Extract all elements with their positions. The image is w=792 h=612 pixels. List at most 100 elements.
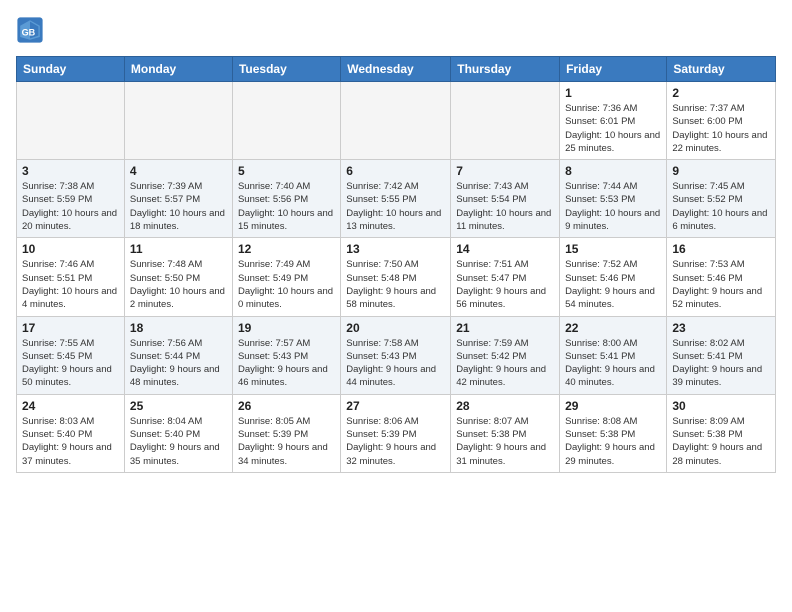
calendar-cell: 15 Sunrise: 7:52 AM Sunset: 5:46 PM Dayli…: [560, 238, 667, 316]
calendar-cell: 1 Sunrise: 7:36 AM Sunset: 6:01 PM Daylig…: [560, 82, 667, 160]
day-info: Sunrise: 7:59 AM Sunset: 5:42 PM Dayligh…: [456, 337, 554, 390]
day-info: Sunrise: 7:51 AM Sunset: 5:47 PM Dayligh…: [456, 258, 554, 311]
calendar-week-row: 1 Sunrise: 7:36 AM Sunset: 6:01 PM Daylig…: [17, 82, 776, 160]
weekday-header: Wednesday: [341, 57, 451, 82]
day-info: Sunrise: 8:00 AM Sunset: 5:41 PM Dayligh…: [565, 337, 661, 390]
calendar-week-row: 3 Sunrise: 7:38 AM Sunset: 5:59 PM Daylig…: [17, 160, 776, 238]
day-number: 20: [346, 321, 445, 335]
logo-icon: GB: [16, 16, 44, 44]
day-info: Sunrise: 8:09 AM Sunset: 5:38 PM Dayligh…: [672, 415, 770, 468]
calendar-cell: 27Sunrise: 8:06 AM Sunset: 5:39 PM Dayli…: [341, 394, 451, 472]
calendar-cell: [451, 82, 560, 160]
day-info: Sunrise: 7:52 AM Sunset: 5:46 PM Dayligh…: [565, 258, 661, 311]
day-number: 13: [346, 242, 445, 256]
day-number: 3: [22, 164, 119, 178]
day-info: Sunrise: 7:53 AM Sunset: 5:46 PM Dayligh…: [672, 258, 770, 311]
weekday-header: Thursday: [451, 57, 560, 82]
weekday-header: Tuesday: [232, 57, 340, 82]
day-info: Sunrise: 7:44 AM Sunset: 5:53 PM Dayligh…: [565, 180, 661, 233]
calendar-table: SundayMondayTuesdayWednesdayThursdayFrid…: [16, 56, 776, 473]
header: GB: [16, 16, 776, 44]
day-info: Sunrise: 7:57 AM Sunset: 5:43 PM Dayligh…: [238, 337, 335, 390]
calendar-cell: 12 Sunrise: 7:49 AM Sunset: 5:49 PM Dayli…: [232, 238, 340, 316]
day-info: Sunrise: 8:02 AM Sunset: 5:41 PM Dayligh…: [672, 337, 770, 390]
day-number: 23: [672, 321, 770, 335]
weekday-header: Saturday: [667, 57, 776, 82]
calendar-week-row: 24Sunrise: 8:03 AM Sunset: 5:40 PM Dayli…: [17, 394, 776, 472]
day-info: Sunrise: 8:07 AM Sunset: 5:38 PM Dayligh…: [456, 415, 554, 468]
weekday-header: Monday: [124, 57, 232, 82]
calendar-cell: 30 Sunrise: 8:09 AM Sunset: 5:38 PM Dayli…: [667, 394, 776, 472]
page: GB SundayMondayTuesdayWednesdayThursdayF…: [0, 0, 792, 489]
calendar-cell: 6 Sunrise: 7:42 AM Sunset: 5:55 PM Daylig…: [341, 160, 451, 238]
calendar-cell: [17, 82, 125, 160]
day-number: 28: [456, 399, 554, 413]
calendar-week-row: 10 Sunrise: 7:46 AM Sunset: 5:51 PM Dayli…: [17, 238, 776, 316]
day-number: 26: [238, 399, 335, 413]
day-info: Sunrise: 7:45 AM Sunset: 5:52 PM Dayligh…: [672, 180, 770, 233]
calendar-cell: [341, 82, 451, 160]
calendar-cell: 16 Sunrise: 7:53 AM Sunset: 5:46 PM Dayli…: [667, 238, 776, 316]
calendar-week-row: 17Sunrise: 7:55 AM Sunset: 5:45 PM Dayli…: [17, 316, 776, 394]
calendar-cell: 18Sunrise: 7:56 AM Sunset: 5:44 PM Dayli…: [124, 316, 232, 394]
day-info: Sunrise: 7:50 AM Sunset: 5:48 PM Dayligh…: [346, 258, 445, 311]
day-info: Sunrise: 8:08 AM Sunset: 5:38 PM Dayligh…: [565, 415, 661, 468]
calendar-cell: 17Sunrise: 7:55 AM Sunset: 5:45 PM Dayli…: [17, 316, 125, 394]
day-info: Sunrise: 7:46 AM Sunset: 5:51 PM Dayligh…: [22, 258, 119, 311]
day-number: 16: [672, 242, 770, 256]
day-number: 1: [565, 86, 661, 100]
day-info: Sunrise: 7:48 AM Sunset: 5:50 PM Dayligh…: [130, 258, 227, 311]
day-info: Sunrise: 7:43 AM Sunset: 5:54 PM Dayligh…: [456, 180, 554, 233]
day-number: 11: [130, 242, 227, 256]
day-info: Sunrise: 7:55 AM Sunset: 5:45 PM Dayligh…: [22, 337, 119, 390]
calendar-cell: 14 Sunrise: 7:51 AM Sunset: 5:47 PM Dayli…: [451, 238, 560, 316]
calendar-cell: 11 Sunrise: 7:48 AM Sunset: 5:50 PM Dayli…: [124, 238, 232, 316]
calendar-cell: 4 Sunrise: 7:39 AM Sunset: 5:57 PM Daylig…: [124, 160, 232, 238]
day-number: 8: [565, 164, 661, 178]
calendar-cell: 22Sunrise: 8:00 AM Sunset: 5:41 PM Dayli…: [560, 316, 667, 394]
day-number: 12: [238, 242, 335, 256]
calendar-cell: 5Sunrise: 7:40 AM Sunset: 5:56 PM Daylig…: [232, 160, 340, 238]
day-info: Sunrise: 7:58 AM Sunset: 5:43 PM Dayligh…: [346, 337, 445, 390]
calendar-cell: [124, 82, 232, 160]
day-info: Sunrise: 8:05 AM Sunset: 5:39 PM Dayligh…: [238, 415, 335, 468]
day-info: Sunrise: 8:06 AM Sunset: 5:39 PM Dayligh…: [346, 415, 445, 468]
day-info: Sunrise: 7:42 AM Sunset: 5:55 PM Dayligh…: [346, 180, 445, 233]
calendar-cell: 21 Sunrise: 7:59 AM Sunset: 5:42 PM Dayli…: [451, 316, 560, 394]
calendar-cell: 2Sunrise: 7:37 AM Sunset: 6:00 PM Daylig…: [667, 82, 776, 160]
day-number: 29: [565, 399, 661, 413]
calendar-cell: 25 Sunrise: 8:04 AM Sunset: 5:40 PM Dayli…: [124, 394, 232, 472]
day-info: Sunrise: 7:40 AM Sunset: 5:56 PM Dayligh…: [238, 180, 335, 233]
weekday-header: Sunday: [17, 57, 125, 82]
calendar-cell: 8 Sunrise: 7:44 AM Sunset: 5:53 PM Daylig…: [560, 160, 667, 238]
day-number: 7: [456, 164, 554, 178]
calendar-cell: 24Sunrise: 8:03 AM Sunset: 5:40 PM Dayli…: [17, 394, 125, 472]
day-info: Sunrise: 8:03 AM Sunset: 5:40 PM Dayligh…: [22, 415, 119, 468]
day-number: 10: [22, 242, 119, 256]
day-number: 9: [672, 164, 770, 178]
day-number: 4: [130, 164, 227, 178]
calendar-cell: 7 Sunrise: 7:43 AM Sunset: 5:54 PM Daylig…: [451, 160, 560, 238]
day-number: 15: [565, 242, 661, 256]
day-info: Sunrise: 8:04 AM Sunset: 5:40 PM Dayligh…: [130, 415, 227, 468]
day-info: Sunrise: 7:49 AM Sunset: 5:49 PM Dayligh…: [238, 258, 335, 311]
day-number: 14: [456, 242, 554, 256]
svg-text:GB: GB: [22, 28, 36, 38]
day-number: 6: [346, 164, 445, 178]
day-number: 30: [672, 399, 770, 413]
calendar-cell: [232, 82, 340, 160]
day-info: Sunrise: 7:38 AM Sunset: 5:59 PM Dayligh…: [22, 180, 119, 233]
day-number: 18: [130, 321, 227, 335]
calendar-cell: 26 Sunrise: 8:05 AM Sunset: 5:39 PM Dayli…: [232, 394, 340, 472]
day-number: 25: [130, 399, 227, 413]
calendar-cell: 3 Sunrise: 7:38 AM Sunset: 5:59 PM Daylig…: [17, 160, 125, 238]
day-info: Sunrise: 7:37 AM Sunset: 6:00 PM Dayligh…: [672, 102, 770, 155]
day-number: 19: [238, 321, 335, 335]
day-number: 21: [456, 321, 554, 335]
calendar-cell: 10 Sunrise: 7:46 AM Sunset: 5:51 PM Dayli…: [17, 238, 125, 316]
calendar-cell: 20 Sunrise: 7:58 AM Sunset: 5:43 PM Dayli…: [341, 316, 451, 394]
day-info: Sunrise: 7:36 AM Sunset: 6:01 PM Dayligh…: [565, 102, 661, 155]
calendar-cell: 28 Sunrise: 8:07 AM Sunset: 5:38 PM Dayli…: [451, 394, 560, 472]
day-info: Sunrise: 7:39 AM Sunset: 5:57 PM Dayligh…: [130, 180, 227, 233]
calendar-cell: 19 Sunrise: 7:57 AM Sunset: 5:43 PM Dayli…: [232, 316, 340, 394]
